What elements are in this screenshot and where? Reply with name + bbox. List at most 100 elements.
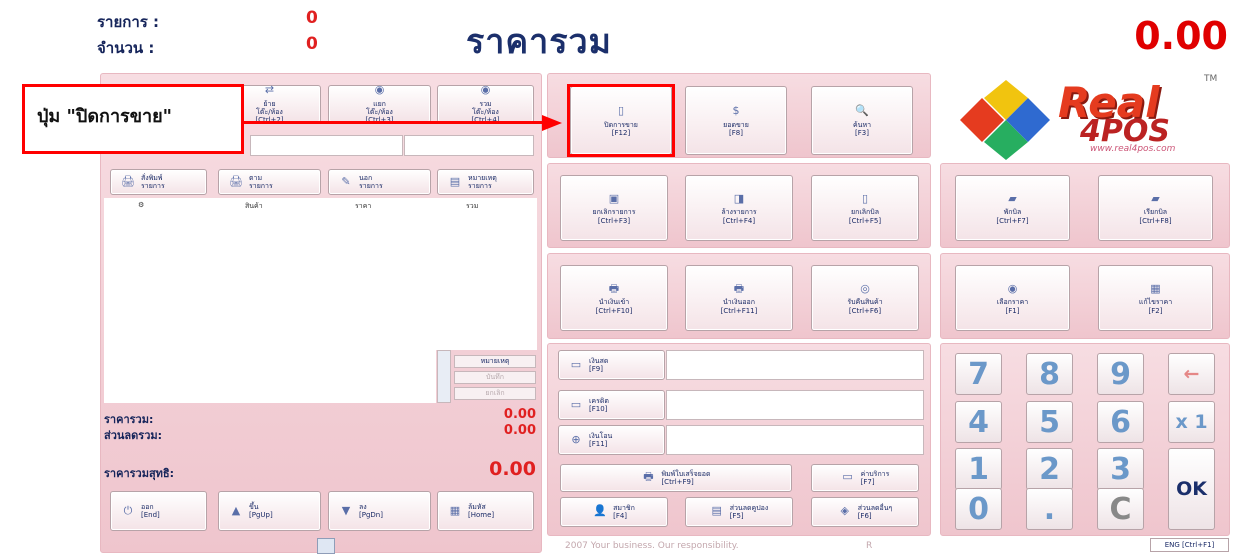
logo-url: www.real4pos.com	[1090, 144, 1176, 154]
print-order-button[interactable]: 🖨 สั่งพิมพ์ รายการ	[110, 169, 207, 195]
edit-price-icon: ▦	[1150, 281, 1161, 295]
recall-bill-button[interactable]: ▰ เรียกบิล [Ctrl+F8]	[1098, 175, 1213, 241]
sales-total-button[interactable]: $ ยอดขาย [F8]	[685, 86, 787, 155]
cash-icon: ▭	[570, 358, 582, 372]
service-charge-icon: ▭	[842, 469, 853, 483]
search-label: ค้นหา [F3]	[852, 120, 871, 137]
merge-table-icon: ◉	[480, 83, 491, 97]
credit-amount-field[interactable]	[666, 390, 924, 420]
decimal-key[interactable]: .	[1026, 488, 1073, 530]
note-order-icon: ▤	[449, 175, 461, 189]
logo-diamond-icon	[960, 80, 1050, 160]
col-total: รวม	[466, 202, 479, 210]
other-discount-label: ส่วนลดอื่นๆ [F6]	[857, 503, 893, 520]
note-order-button[interactable]: ▤ หมายเหตุ รายการ	[437, 169, 534, 195]
annotation-arrow-head-icon	[542, 115, 562, 131]
print-order-label: สั่งพิมพ์ รายการ	[141, 173, 165, 190]
cash-amount-field[interactable]	[666, 350, 924, 380]
detail-list[interactable]	[104, 350, 436, 403]
home-label: ล้มหัส [Home]	[468, 502, 495, 519]
page-up-button[interactable]: ▲ ขึ้น [PgUp]	[218, 491, 321, 531]
cancel-bill-button[interactable]: ▯ ยกเลิกบิล [Ctrl+F5]	[811, 175, 919, 241]
coupon-button[interactable]: ▤ ส่วนลดคูปอง [F5]	[685, 497, 793, 527]
cancel-item-button[interactable]: ▣ ยกเลิกรายการ [Ctrl+F3]	[560, 175, 668, 241]
col-price: ราคา	[355, 202, 372, 210]
backspace-key[interactable]: ←	[1168, 353, 1215, 395]
sales-total-icon: $	[732, 104, 740, 118]
print-order-icon: 🖨	[121, 175, 135, 189]
key-6[interactable]: 6	[1097, 401, 1144, 443]
cash-out-label: นำเงินออก [Ctrl+F11]	[720, 298, 758, 315]
split-table-button[interactable]: ◉ แยก โต๊ะ/ห้อง [Ctrl+3]	[328, 83, 431, 124]
key-2[interactable]: 2	[1026, 448, 1073, 490]
quantity-value: 0	[306, 34, 318, 54]
quantity-label: จำนวน :	[97, 39, 155, 57]
arrow-down-icon: ▼	[341, 504, 351, 518]
return-goods-button[interactable]: ◎ รับคืนสินค้า [Ctrl+F6]	[811, 265, 919, 331]
clear-key[interactable]: C	[1097, 488, 1144, 530]
member-button[interactable]: 👤 สมาชิก [F4]	[560, 497, 668, 527]
key-7[interactable]: 7	[955, 353, 1002, 395]
outside-order-button[interactable]: ✎ นอก รายการ	[328, 169, 431, 195]
credit-button[interactable]: ▭ เครดิต [F10]	[558, 390, 665, 420]
multiply-key[interactable]: x 1	[1168, 401, 1215, 443]
follow-order-label: ตาม รายการ	[249, 173, 273, 190]
user-icon[interactable]	[317, 538, 335, 554]
item-table[interactable]	[104, 198, 537, 350]
ok-key[interactable]: OK	[1168, 448, 1215, 530]
table-room-field[interactable]	[250, 135, 403, 156]
language-button[interactable]: ENG [Ctrl+F1]	[1150, 538, 1229, 552]
edit-price-button[interactable]: ▦ แก้ไขราคา [F2]	[1098, 265, 1213, 331]
search-icon: 🔍	[855, 104, 869, 118]
cash-button[interactable]: ▭ เงินสด [F9]	[558, 350, 665, 380]
key-3[interactable]: 3	[1097, 448, 1144, 490]
discount-value: 0.00	[503, 423, 536, 438]
split-table-icon: ◉	[374, 83, 385, 97]
transfer-button[interactable]: ⊕ เงินโอน [F11]	[558, 425, 665, 455]
footer-mark: R	[866, 541, 873, 551]
hold-bill-button[interactable]: ▰ พักบิล [Ctrl+F7]	[955, 175, 1070, 241]
sales-total-label: ยอดขาย [F8]	[723, 120, 749, 137]
print-receipt-button[interactable]: 🖶 พิมพ์ใบเสร็จยอด [Ctrl+F9]	[560, 464, 792, 492]
search-button[interactable]: 🔍 ค้นหา [F3]	[811, 86, 913, 155]
key-5[interactable]: 5	[1026, 401, 1073, 443]
service-charge-button[interactable]: ▭ ค่าบริการ [F7]	[811, 464, 919, 492]
key-0[interactable]: 0	[955, 488, 1002, 530]
select-price-button[interactable]: ◉ เลือกราคา [F1]	[955, 265, 1070, 331]
home-button[interactable]: ▦ ล้มหัส [Home]	[437, 491, 534, 531]
member-label: สมาชิก [F4]	[613, 503, 635, 520]
footer-slogan: 2007 Your business. Our responsibility.	[565, 541, 739, 551]
transfer-amount-field[interactable]	[666, 425, 924, 455]
transfer-icon: ⊕	[571, 433, 581, 447]
key-1[interactable]: 1	[955, 448, 1002, 490]
merge-table-button[interactable]: ◉ รวม โต๊ะ/ห้อง [Ctrl+4]	[437, 83, 534, 124]
note-button[interactable]: หมายเหตุ	[454, 355, 536, 368]
hold-bill-icon: ▰	[1008, 191, 1017, 205]
other-discount-icon: ◈	[840, 503, 849, 517]
follow-order-button[interactable]: 🖨 ตาม รายการ	[218, 169, 321, 195]
exit-button[interactable]: ⏻ ออก [End]	[110, 491, 207, 531]
clear-items-button[interactable]: ◨ ล้างรายการ [Ctrl+F4]	[685, 175, 793, 241]
cash-in-button[interactable]: 🖶 นำเงินเข้า [Ctrl+F10]	[560, 265, 668, 331]
cancel-button[interactable]: ยกเลิก	[454, 387, 536, 400]
recall-bill-label: เรียกบิล [Ctrl+F8]	[1139, 208, 1172, 225]
coupon-label: ส่วนลดคูปอง [F5]	[729, 503, 769, 520]
cash-out-button[interactable]: 🖶 นำเงินออก [Ctrl+F11]	[685, 265, 793, 331]
key-8[interactable]: 8	[1026, 353, 1073, 395]
clear-items-label: ล้างรายการ [Ctrl+F4]	[721, 208, 757, 225]
key-9[interactable]: 9	[1097, 353, 1144, 395]
key-4[interactable]: 4	[955, 401, 1002, 443]
customer-field[interactable]	[404, 135, 534, 156]
page-up-label: ขึ้น [PgUp]	[249, 502, 273, 519]
move-table-icon: ⇄	[264, 83, 275, 97]
other-discount-button[interactable]: ◈ ส่วนลดอื่นๆ [F6]	[811, 497, 919, 527]
hold-bill-label: พักบิล [Ctrl+F7]	[996, 208, 1029, 225]
annotation-arrow-line	[244, 121, 544, 124]
service-charge-label: ค่าบริการ [F7]	[860, 469, 890, 486]
return-goods-icon: ◎	[860, 281, 870, 295]
credit-label: เครดิต [F10]	[589, 396, 609, 413]
save-button[interactable]: บันทึก	[454, 371, 536, 384]
detail-scrollbar[interactable]	[437, 350, 451, 403]
page-down-button[interactable]: ▼ ลง [PgDn]	[328, 491, 431, 531]
cancel-bill-icon: ▯	[861, 191, 869, 205]
